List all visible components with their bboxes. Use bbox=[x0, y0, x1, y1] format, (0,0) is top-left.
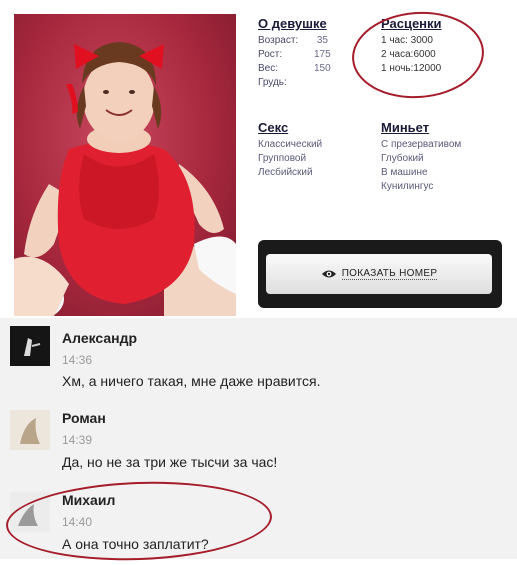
show-number-panel: ПОКАЗАТЬ НОМЕР bbox=[258, 240, 502, 308]
field-value: 150 bbox=[314, 63, 331, 74]
profile-photo[interactable] bbox=[14, 14, 236, 316]
show-number-label: ПОКАЗАТЬ НОМЕР bbox=[341, 268, 438, 280]
comment-author[interactable]: Александр bbox=[62, 330, 137, 346]
woman-photo-illustration bbox=[14, 42, 236, 316]
services-sex-heading[interactable]: Секс bbox=[258, 120, 322, 136]
services-sex-section: Секс Классический Групповой Лесбийский bbox=[258, 120, 322, 180]
field-row-height: Рост: 175 bbox=[258, 48, 331, 62]
price-row: 2 часа: 6000 bbox=[381, 48, 442, 62]
prices-heading[interactable]: Расценки bbox=[381, 16, 442, 32]
field-row-age: Возраст: 35 bbox=[258, 34, 328, 48]
field-label: Грудь: bbox=[258, 77, 287, 88]
comment-time: 14:36 bbox=[62, 353, 93, 367]
price-label: 1 час: bbox=[381, 35, 408, 46]
avatar[interactable] bbox=[10, 326, 50, 366]
service-item: Кунилингус bbox=[381, 181, 434, 192]
show-number-button[interactable]: ПОКАЗАТЬ НОМЕР bbox=[266, 254, 492, 294]
price-row: 1 час: 3000 bbox=[381, 34, 442, 48]
about-section: О девушке Возраст: 35 Рост: 175 Вес: 150… bbox=[258, 16, 331, 90]
price-value: 12000 bbox=[413, 63, 442, 74]
comment-item: Роман 14:39 Да, но не за три же тысчи за… bbox=[0, 400, 517, 480]
comment-text: А она точно заплатит? bbox=[62, 536, 209, 552]
service-item: Классический bbox=[258, 139, 323, 150]
services-oral-heading[interactable]: Миньет bbox=[381, 120, 461, 136]
listing-card: О девушке Возраст: 35 Рост: 175 Вес: 150… bbox=[0, 0, 517, 318]
field-label: Возраст: bbox=[258, 35, 299, 46]
field-row-chest: Грудь: bbox=[258, 76, 328, 90]
field-label: Рост: bbox=[258, 49, 283, 60]
eye-icon bbox=[321, 269, 337, 279]
avatar[interactable] bbox=[10, 492, 50, 532]
comment-time: 14:39 bbox=[62, 433, 93, 447]
comment-item: Михаил 14:40 А она точно заплатит? bbox=[0, 482, 517, 559]
comment-author[interactable]: Михаил bbox=[62, 492, 115, 508]
service-item: Глубокий bbox=[381, 153, 424, 164]
prices-section: Расценки 1 час: 3000 2 часа: 6000 1 ночь… bbox=[381, 16, 442, 76]
service-item: С презервативом bbox=[381, 139, 462, 150]
comments-section: Александр 14:36 Хм, а ничего такая, мне … bbox=[0, 318, 517, 565]
comment-time: 14:40 bbox=[62, 515, 93, 529]
service-item: Групповой bbox=[258, 153, 307, 164]
field-value: 175 bbox=[314, 49, 331, 60]
field-value bbox=[314, 76, 328, 90]
price-value: 3000 bbox=[410, 35, 433, 46]
comment-text: Да, но не за три же тысчи за час! bbox=[62, 454, 278, 470]
comment-author[interactable]: Роман bbox=[62, 410, 106, 426]
price-label: 2 часа: bbox=[381, 49, 414, 60]
field-label: Вес: bbox=[258, 63, 279, 74]
about-heading[interactable]: О девушке bbox=[258, 16, 328, 32]
services-oral-section: Миньет С презервативом Глубокий В машине… bbox=[381, 120, 461, 194]
price-value: 6000 bbox=[413, 49, 436, 60]
comment-text: Хм, а ничего такая, мне даже нравится. bbox=[62, 373, 321, 389]
field-row-weight: Вес: 150 bbox=[258, 62, 331, 76]
service-item: Лесбийский bbox=[258, 167, 313, 178]
comment-item: Александр 14:36 Хм, а ничего такая, мне … bbox=[0, 318, 517, 398]
price-row: 1 ночь: 12000 bbox=[381, 62, 442, 76]
price-label: 1 ночь: bbox=[381, 63, 414, 74]
avatar[interactable] bbox=[10, 410, 50, 450]
field-value: 35 bbox=[316, 35, 328, 46]
service-item: В машине bbox=[381, 167, 428, 178]
